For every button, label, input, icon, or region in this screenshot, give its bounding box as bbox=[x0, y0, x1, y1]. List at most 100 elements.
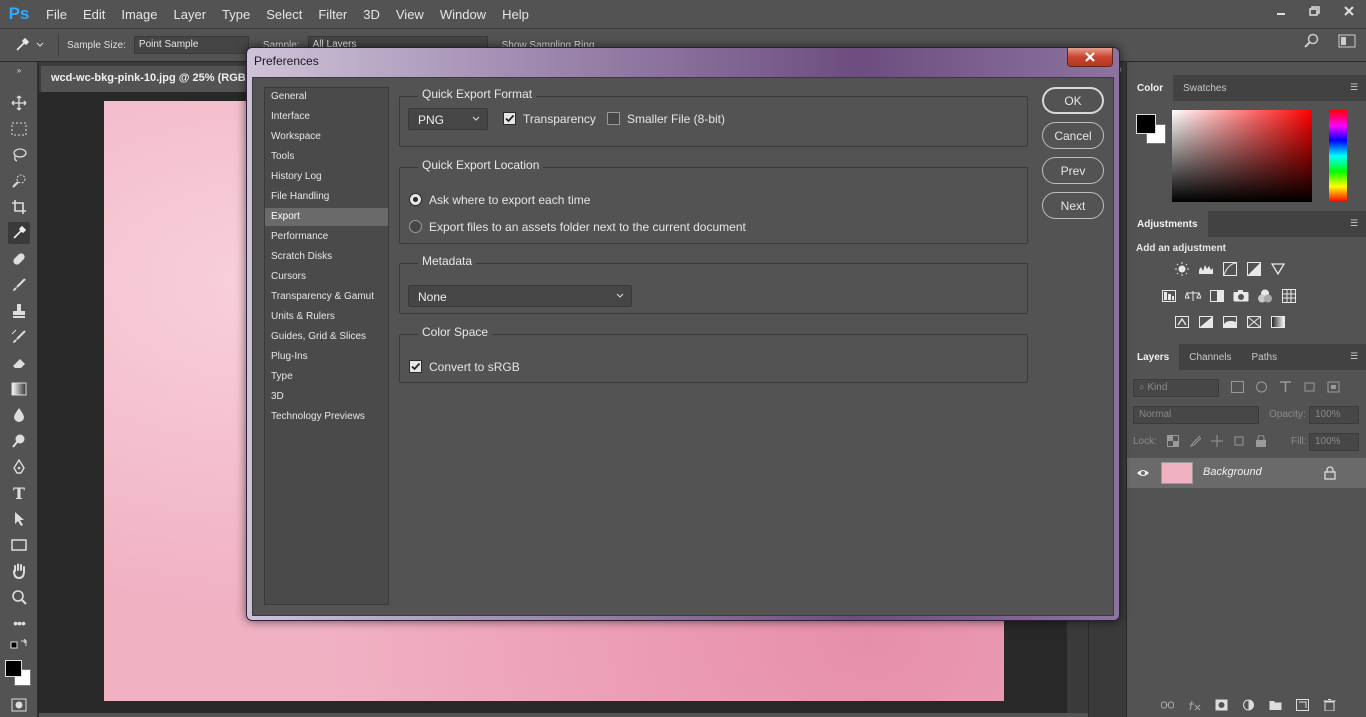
lock-position-icon[interactable] bbox=[1211, 435, 1223, 447]
hue-saturation-icon[interactable] bbox=[1161, 289, 1177, 303]
fill-input[interactable]: 100% bbox=[1309, 433, 1359, 451]
exposure-icon[interactable] bbox=[1246, 262, 1262, 276]
restore-icon[interactable] bbox=[1298, 0, 1332, 22]
convert-srgb-label[interactable]: Convert to sRGB bbox=[429, 360, 520, 374]
nav-scratch-disks[interactable]: Scratch Disks bbox=[265, 248, 388, 266]
invert-icon[interactable] bbox=[1174, 315, 1190, 329]
tab-channels[interactable]: Channels bbox=[1179, 344, 1241, 370]
nav-guides-grid-slices[interactable]: Guides, Grid & Slices bbox=[265, 328, 388, 346]
new-layer-icon[interactable] bbox=[1296, 699, 1309, 711]
eyedropper-tool-icon[interactable] bbox=[8, 222, 30, 244]
nav-general[interactable]: General bbox=[265, 88, 388, 106]
transparency-label[interactable]: Transparency bbox=[523, 112, 596, 126]
layer-row-background[interactable]: Background bbox=[1127, 458, 1366, 488]
ask-where-label[interactable]: Ask where to export each time bbox=[429, 193, 590, 207]
brush-tool-icon[interactable] bbox=[8, 274, 30, 296]
ok-button[interactable]: OK bbox=[1042, 87, 1104, 114]
zoom-tool-icon[interactable] bbox=[8, 586, 30, 608]
adjustment-filter-icon[interactable] bbox=[1255, 381, 1268, 393]
close-icon[interactable] bbox=[1332, 0, 1366, 22]
nav-3d[interactable]: 3D bbox=[265, 388, 388, 406]
black-white-icon[interactable] bbox=[1209, 289, 1225, 303]
transparency-checkbox[interactable] bbox=[503, 112, 516, 125]
prev-button[interactable]: Prev bbox=[1042, 157, 1104, 184]
assets-folder-radio[interactable] bbox=[409, 220, 422, 233]
panel-menu-icon[interactable]: ☰ bbox=[1350, 351, 1360, 361]
tab-paths[interactable]: Paths bbox=[1242, 344, 1288, 370]
menu-layer[interactable]: Layer bbox=[166, 0, 215, 28]
nav-performance[interactable]: Performance bbox=[265, 228, 388, 246]
nav-units-rulers[interactable]: Units & Rulers bbox=[265, 308, 388, 326]
healing-brush-tool-icon[interactable] bbox=[8, 248, 30, 270]
link-layers-icon[interactable] bbox=[1161, 699, 1174, 711]
hand-tool-icon[interactable] bbox=[8, 560, 30, 582]
tool-preset-picker[interactable] bbox=[0, 37, 58, 53]
menu-edit[interactable]: Edit bbox=[75, 0, 113, 28]
menu-select[interactable]: Select bbox=[258, 0, 310, 28]
type-tool-icon[interactable]: T bbox=[8, 482, 30, 504]
menu-window[interactable]: Window bbox=[432, 0, 494, 28]
smaller-file-label[interactable]: Smaller File (8-bit) bbox=[627, 112, 725, 126]
menu-3d[interactable]: 3D bbox=[355, 0, 388, 28]
dialog-close-button[interactable] bbox=[1067, 48, 1113, 67]
blur-tool-icon[interactable] bbox=[8, 404, 30, 426]
nav-file-handling[interactable]: File Handling bbox=[265, 188, 388, 206]
tab-layers[interactable]: Layers bbox=[1127, 344, 1180, 370]
pen-tool-icon[interactable] bbox=[8, 456, 30, 478]
nav-technology-previews[interactable]: Technology Previews bbox=[265, 408, 388, 426]
cancel-button[interactable]: Cancel bbox=[1042, 122, 1104, 149]
menu-image[interactable]: Image bbox=[113, 0, 165, 28]
crop-tool-icon[interactable] bbox=[8, 196, 30, 218]
nav-workspace[interactable]: Workspace bbox=[265, 128, 388, 146]
lock-all-icon[interactable] bbox=[1255, 435, 1267, 447]
metadata-select[interactable]: None bbox=[408, 285, 632, 307]
panel-foreground-swatch[interactable] bbox=[1136, 114, 1156, 134]
more-tools-icon[interactable]: ••• bbox=[8, 612, 30, 634]
tab-swatches[interactable]: Swatches bbox=[1173, 75, 1236, 101]
lock-artboard-icon[interactable] bbox=[1233, 435, 1245, 447]
ask-where-radio[interactable] bbox=[409, 193, 422, 206]
lasso-tool-icon[interactable] bbox=[8, 144, 30, 166]
document-tab[interactable]: wcd-wc-bkg-pink-10.jpg @ 25% (RGB/8#) bbox=[41, 66, 261, 92]
selective-color-icon[interactable] bbox=[1246, 315, 1262, 329]
sample-size-select[interactable]: Point Sample bbox=[133, 36, 249, 54]
quick-mask-icon[interactable] bbox=[8, 694, 30, 716]
color-spectrum[interactable] bbox=[1172, 110, 1312, 202]
shape-filter-icon[interactable] bbox=[1303, 381, 1316, 393]
posterize-icon[interactable] bbox=[1198, 315, 1214, 329]
lock-transparent-icon[interactable] bbox=[1167, 435, 1179, 447]
color-balance-icon[interactable] bbox=[1185, 289, 1201, 303]
threshold-icon[interactable] bbox=[1222, 315, 1238, 329]
layer-mask-icon[interactable] bbox=[1215, 699, 1228, 711]
gradient-tool-icon[interactable] bbox=[8, 378, 30, 400]
nav-cursors[interactable]: Cursors bbox=[265, 268, 388, 286]
nav-export[interactable]: Export bbox=[265, 208, 388, 226]
convert-srgb-checkbox[interactable] bbox=[409, 360, 422, 373]
delete-layer-icon[interactable] bbox=[1323, 699, 1336, 711]
panel-menu-icon[interactable]: ☰ bbox=[1350, 82, 1360, 92]
lock-pixels-icon[interactable] bbox=[1189, 435, 1201, 447]
new-group-icon[interactable] bbox=[1269, 699, 1282, 711]
brightness-contrast-icon[interactable] bbox=[1174, 262, 1190, 276]
menu-file[interactable]: File bbox=[38, 0, 75, 28]
nav-plug-ins[interactable]: Plug-Ins bbox=[265, 348, 388, 366]
path-selection-tool-icon[interactable] bbox=[8, 508, 30, 530]
move-tool-icon[interactable] bbox=[8, 92, 30, 114]
next-button[interactable]: Next bbox=[1042, 192, 1104, 219]
menu-type[interactable]: Type bbox=[214, 0, 258, 28]
search-icon[interactable] bbox=[1304, 33, 1320, 49]
rectangle-tool-icon[interactable] bbox=[8, 534, 30, 556]
photo-filter-icon[interactable] bbox=[1233, 289, 1249, 303]
minimize-icon[interactable] bbox=[1264, 0, 1298, 22]
tab-adjustments[interactable]: Adjustments bbox=[1127, 211, 1208, 237]
type-filter-icon[interactable] bbox=[1279, 381, 1292, 393]
vibrance-icon[interactable] bbox=[1270, 262, 1286, 276]
new-adjustment-layer-icon[interactable] bbox=[1242, 699, 1255, 711]
nav-tools[interactable]: Tools bbox=[265, 148, 388, 166]
eraser-tool-icon[interactable] bbox=[8, 352, 30, 374]
smaller-file-checkbox[interactable] bbox=[607, 112, 620, 125]
color-lookup-icon[interactable] bbox=[1281, 289, 1297, 303]
panel-menu-icon[interactable]: ☰ bbox=[1350, 218, 1360, 228]
clone-stamp-tool-icon[interactable] bbox=[8, 300, 30, 322]
hue-slider[interactable] bbox=[1329, 110, 1347, 202]
